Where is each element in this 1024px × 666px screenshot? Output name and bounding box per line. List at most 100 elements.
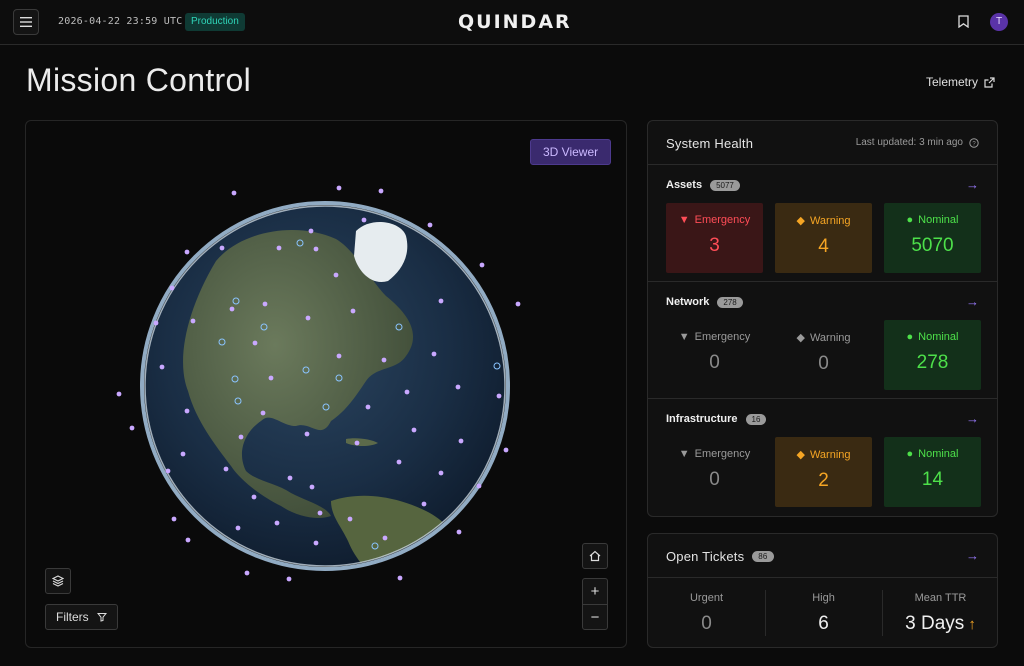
satellite-marker[interactable] xyxy=(427,222,433,228)
satellite-marker[interactable] xyxy=(244,570,250,576)
assets-nominal-tile[interactable]: ● Nominal 5070 xyxy=(884,203,981,273)
assets-emergency-tile[interactable]: ▼ Emergency 3 xyxy=(666,203,763,273)
satellite-marker[interactable] xyxy=(479,262,485,268)
satellite-marker[interactable] xyxy=(397,575,403,581)
satellite-marker[interactable] xyxy=(336,185,342,191)
satellite-marker[interactable] xyxy=(252,340,258,346)
dot-icon: ● xyxy=(906,331,914,343)
satellite-marker[interactable] xyxy=(184,249,190,255)
network-nominal-tile[interactable]: ● Nominal 278 xyxy=(884,320,981,390)
satellite-marker[interactable] xyxy=(153,320,159,326)
satellite-marker[interactable] xyxy=(456,529,462,535)
satellite-marker[interactable] xyxy=(382,535,388,541)
zoom-out-button[interactable]: − xyxy=(583,605,607,630)
satellite-marker[interactable] xyxy=(438,298,444,304)
assets-warning-tile[interactable]: ◆ Warning 4 xyxy=(775,203,872,273)
satellite-marker[interactable] xyxy=(313,540,319,546)
satellite-marker[interactable] xyxy=(503,447,509,453)
infrastructure-emergency-tile[interactable]: ▼ Emergency 0 xyxy=(666,437,763,507)
satellite-marker[interactable] xyxy=(308,228,314,234)
environment-badge: Production xyxy=(185,13,245,31)
section-title: Assets xyxy=(666,179,703,191)
satellite-marker[interactable] xyxy=(171,516,177,522)
satellite-marker[interactable] xyxy=(260,410,266,416)
network-emergency-tile[interactable]: ▼ Emergency 0 xyxy=(666,320,763,390)
arrow-right-icon[interactable]: → xyxy=(966,294,979,309)
satellite-marker[interactable] xyxy=(190,318,196,324)
3d-viewer-button[interactable]: 3D Viewer xyxy=(530,139,612,165)
satellite-marker[interactable] xyxy=(361,217,367,223)
satellite-marker[interactable] xyxy=(313,246,319,252)
utc-clock: 2026-04-22 23:59 UTC xyxy=(58,16,183,27)
satellite-marker[interactable] xyxy=(381,357,387,363)
bookmark-button[interactable] xyxy=(958,15,969,33)
globe-map[interactable] xyxy=(26,121,627,648)
satellite-marker[interactable] xyxy=(219,245,225,251)
satellite-marker[interactable] xyxy=(396,459,402,465)
satellite-marker[interactable] xyxy=(159,364,165,370)
satellite-marker[interactable] xyxy=(336,353,342,359)
satellite-marker[interactable] xyxy=(251,494,257,500)
satellite-marker[interactable] xyxy=(515,301,521,307)
telemetry-link[interactable]: Telemetry xyxy=(926,75,995,89)
satellite-marker[interactable] xyxy=(431,351,437,357)
layers-button[interactable] xyxy=(45,568,71,594)
mean-ttr[interactable]: Mean TTR 3 Days ↑ xyxy=(882,578,997,647)
network-warning-tile[interactable]: ◆ Warning 0 xyxy=(775,320,872,390)
arrow-right-icon[interactable]: → xyxy=(966,177,979,192)
satellite-marker[interactable] xyxy=(238,434,244,440)
satellite-marker[interactable] xyxy=(333,272,339,278)
satellite-marker[interactable] xyxy=(438,470,444,476)
satellite-marker[interactable] xyxy=(229,306,235,312)
satellite-marker[interactable] xyxy=(116,391,122,397)
filters-button[interactable]: Filters xyxy=(45,604,118,630)
satellite-marker[interactable] xyxy=(276,245,282,251)
satellite-marker[interactable] xyxy=(411,427,417,433)
infrastructure-warning-tile[interactable]: ◆ Warning 2 xyxy=(775,437,872,507)
satellite-marker[interactable] xyxy=(184,408,190,414)
satellite-marker[interactable] xyxy=(305,315,311,321)
satellite-marker[interactable] xyxy=(180,451,186,457)
satellite-marker[interactable] xyxy=(421,501,427,507)
satellite-marker[interactable] xyxy=(496,393,502,399)
satellite-marker[interactable] xyxy=(347,516,353,522)
satellite-marker[interactable] xyxy=(165,468,171,474)
infrastructure-nominal-tile[interactable]: ● Nominal 14 xyxy=(884,437,981,507)
satellite-marker[interactable] xyxy=(404,389,410,395)
high-tickets[interactable]: High 6 xyxy=(765,578,882,647)
satellite-marker[interactable] xyxy=(262,301,268,307)
satellite-marker[interactable] xyxy=(268,375,274,381)
satellite-marker[interactable] xyxy=(274,520,280,526)
satellite-marker[interactable] xyxy=(287,475,293,481)
satellite-marker[interactable] xyxy=(350,308,356,314)
satellite-marker[interactable] xyxy=(169,285,175,291)
zoom-in-button[interactable]: + xyxy=(583,579,607,604)
satellite-marker[interactable] xyxy=(354,440,360,446)
satellite-marker[interactable] xyxy=(458,438,464,444)
satellite-marker[interactable] xyxy=(317,510,323,516)
satellite-marker[interactable] xyxy=(365,404,371,410)
satellite-marker[interactable] xyxy=(235,525,241,531)
arrow-right-icon[interactable]: → xyxy=(966,411,979,426)
satellite-marker[interactable] xyxy=(309,484,315,490)
satellite-marker[interactable] xyxy=(304,431,310,437)
user-avatar[interactable]: T xyxy=(990,13,1008,31)
satellite-marker[interactable] xyxy=(476,483,482,489)
tile-label: Nominal xyxy=(918,331,959,343)
satellite-marker[interactable] xyxy=(231,190,237,196)
satellite-marker[interactable] xyxy=(378,188,384,194)
help-icon[interactable]: ? xyxy=(969,137,979,148)
urgent-tickets[interactable]: Urgent 0 xyxy=(648,578,765,647)
satellite-marker[interactable] xyxy=(129,425,135,431)
satellite-marker[interactable] xyxy=(286,576,292,582)
satellite-marker[interactable] xyxy=(223,466,229,472)
triangle-down-icon: ▼ xyxy=(678,448,690,460)
arrow-right-icon[interactable]: → xyxy=(966,548,979,563)
satellite-marker[interactable] xyxy=(185,537,191,543)
globe-map-panel[interactable]: 3D Viewer Filters + − xyxy=(25,120,627,648)
menu-button[interactable] xyxy=(13,9,39,35)
home-view-button[interactable] xyxy=(582,543,608,569)
open-tickets-panel: Open Tickets 86 → Urgent 0 High 6 Mean T… xyxy=(647,533,998,648)
satellite-marker[interactable] xyxy=(455,384,461,390)
tickets-title-text: Open Tickets xyxy=(666,549,745,564)
